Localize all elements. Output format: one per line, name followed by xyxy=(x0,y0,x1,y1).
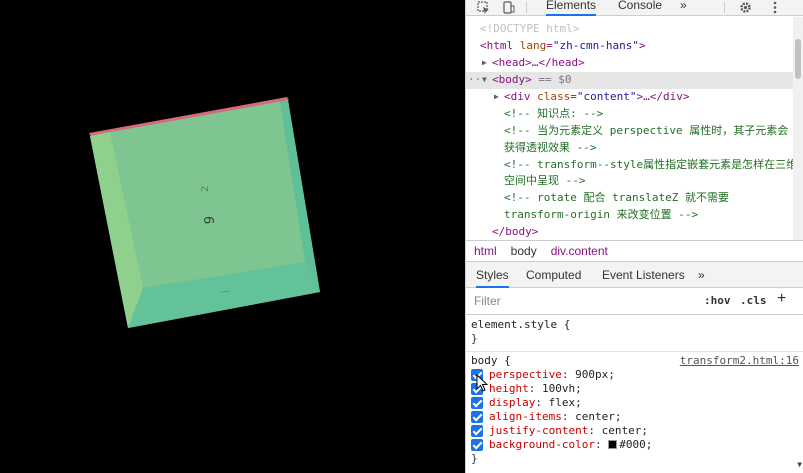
declaration-checkbox[interactable] xyxy=(471,439,483,451)
declaration-perspective[interactable]: perspective: 900px; xyxy=(471,368,799,382)
rule-source-link[interactable]: transform2.html:16 xyxy=(680,354,799,367)
dom-div-content-node[interactable]: ▶ <div class="content">…</div> xyxy=(466,89,803,106)
tab-styles[interactable]: Styles xyxy=(476,268,509,288)
elements-tree: <!DOCTYPE html> <html lang="zh-cmn-hans"… xyxy=(466,17,803,240)
mouse-cursor-icon xyxy=(476,374,488,392)
declaration-align-items[interactable]: align-items: center; xyxy=(471,410,799,424)
kebab-menu-icon[interactable] xyxy=(766,0,784,15)
dom-body-close[interactable]: </body> xyxy=(466,224,803,240)
dom-html-node[interactable]: <html lang="zh-cmn-hans"> xyxy=(466,38,803,55)
devtools-panel: Elements Console » <!DOCTYPE html> <html… xyxy=(465,0,803,473)
cube-graphic: 6 2 xyxy=(89,97,320,328)
filter-input[interactable]: Filter xyxy=(474,294,501,308)
face-label-front: 6 xyxy=(200,216,215,224)
declaration-checkbox[interactable] xyxy=(471,425,483,437)
tab-elements[interactable]: Elements xyxy=(546,0,597,16)
breadcrumb: html body div.content xyxy=(466,240,803,262)
element-style-rule: element.style { } xyxy=(466,316,803,352)
expand-triangle-icon[interactable]: ▶ xyxy=(482,55,487,72)
face-label-back: 2 xyxy=(200,186,211,192)
dom-body-node[interactable]: ··· ▼ <body> == $0 xyxy=(466,72,803,89)
color-swatch[interactable] xyxy=(608,440,618,449)
element-style-selector[interactable]: element.style { xyxy=(471,318,799,332)
declaration-justify-content[interactable]: justify-content: center; xyxy=(471,424,799,438)
3d-viewport: 6 2 xyxy=(0,0,465,473)
scroll-down-icon[interactable]: ▼ xyxy=(797,460,802,469)
styles-pane: element.style { } body { transform2.html… xyxy=(466,316,803,473)
cube-face-front xyxy=(110,102,305,288)
dom-comment-2[interactable]: <!-- 当为元素定义 perspective 属性时，其子元素会获得透视效果 … xyxy=(466,123,803,157)
cls-toggle-button[interactable]: .cls xyxy=(740,294,767,307)
styles-subtabs: Styles Computed Event Listeners » xyxy=(466,262,803,288)
collapse-triangle-icon[interactable]: ▼ xyxy=(482,72,487,89)
inspect-element-icon[interactable] xyxy=(474,0,492,15)
tab-event-listeners[interactable]: Event Listeners xyxy=(602,268,685,282)
declaration-checkbox[interactable] xyxy=(471,411,483,423)
hov-toggle-button[interactable]: :hov xyxy=(704,294,731,307)
more-tabs-icon[interactable]: » xyxy=(680,0,687,12)
more-subtabs-icon[interactable]: » xyxy=(698,268,705,282)
dom-head-node[interactable]: ▶ <head>…</head> xyxy=(466,55,803,72)
expand-triangle-icon[interactable]: ▶ xyxy=(494,89,499,106)
tab-console[interactable]: Console xyxy=(618,0,662,12)
declaration-background-color[interactable]: background-color: #000; xyxy=(471,438,799,452)
devtools-toolbar: Elements Console » xyxy=(466,0,803,16)
gear-icon[interactable] xyxy=(736,0,754,15)
dom-comment-4[interactable]: <!-- rotate 配合 translateZ 就不需要 transform… xyxy=(466,190,803,224)
declaration-display[interactable]: display: flex; xyxy=(471,396,799,410)
breadcrumb-div-content[interactable]: div.content xyxy=(551,244,608,258)
breadcrumb-body[interactable]: body xyxy=(511,244,537,258)
scrollbar-thumb[interactable] xyxy=(795,39,801,79)
breadcrumb-html[interactable]: html xyxy=(474,244,497,258)
elements-scrollbar[interactable] xyxy=(793,17,803,240)
element-style-close: } xyxy=(471,332,478,345)
dom-doctype[interactable]: <!DOCTYPE html> xyxy=(466,21,803,38)
dom-comment-3[interactable]: <!-- transform--style属性指定嵌套元素是怎样在三维空间中呈现… xyxy=(466,157,803,191)
declaration-checkbox[interactable] xyxy=(471,397,483,409)
new-rule-button[interactable]: + xyxy=(777,290,786,308)
body-rule-close: } xyxy=(471,452,478,465)
styles-filter-bar: Filter :hov .cls + xyxy=(466,289,803,315)
tab-computed[interactable]: Computed xyxy=(526,268,581,282)
dom-comment-1[interactable]: <!-- 知识点: --> xyxy=(466,106,803,123)
body-rule: body { transform2.html:16 perspective: 9… xyxy=(466,352,803,466)
device-toolbar-icon[interactable] xyxy=(500,0,518,15)
declaration-height[interactable]: height: 100vh; xyxy=(471,382,799,396)
